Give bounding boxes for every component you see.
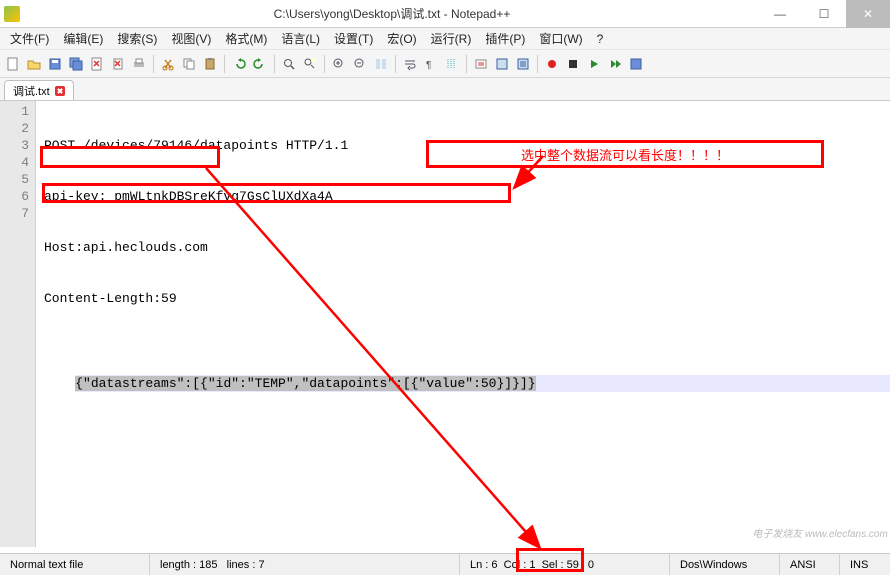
annotation-arrows: [0, 0, 890, 575]
annotation-box-datastream: [42, 183, 511, 203]
annotation-callout: 选中整个数据流可以看长度！！！！: [426, 140, 824, 168]
annotation-box-content-length: [40, 146, 220, 168]
annotation-box-sel: [516, 548, 584, 572]
